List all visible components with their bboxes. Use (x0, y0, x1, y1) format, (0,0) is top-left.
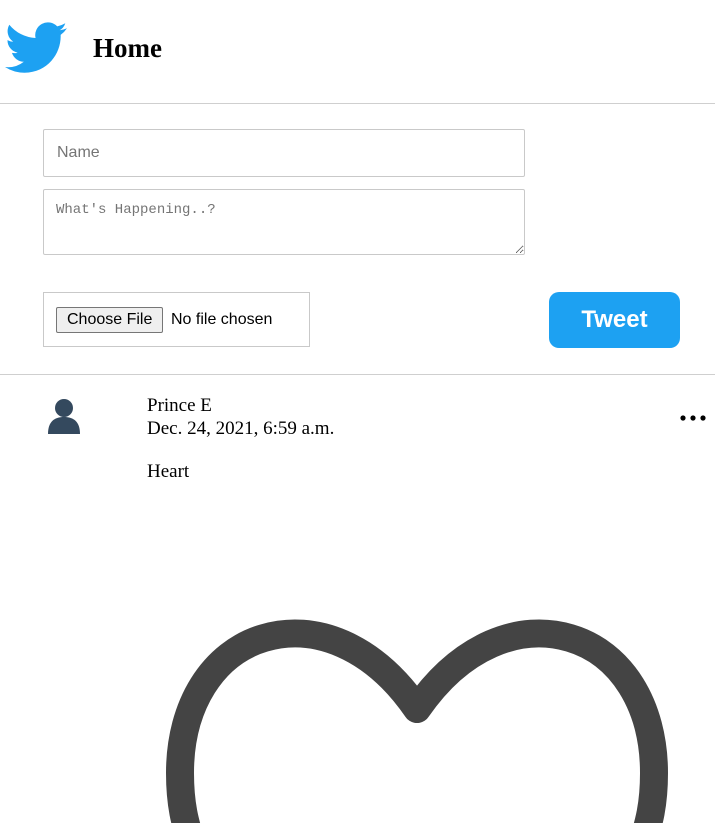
page-title: Home (93, 33, 162, 63)
tweet-author: Prince E (147, 395, 212, 416)
file-upload-field: Choose File No file chosen (43, 292, 310, 347)
more-options-icon[interactable] (678, 409, 708, 427)
user-avatar-icon (48, 399, 80, 434)
tweet-text: Heart (147, 461, 190, 482)
tweet-timestamp: Dec. 24, 2021, 6:59 a.m. (147, 418, 335, 439)
tweet-button[interactable]: Tweet (549, 292, 680, 348)
tweet-card: Prince E Dec. 24, 2021, 6:59 a.m. Heart (0, 375, 715, 823)
choose-file-button[interactable]: Choose File (56, 307, 164, 333)
header: Home (0, 0, 715, 104)
heart-outline-icon (166, 619, 668, 823)
name-input[interactable] (43, 129, 525, 177)
twitter-bird-icon[interactable] (5, 22, 67, 74)
file-status-label: No file chosen (171, 311, 273, 328)
tweet-composer: Choose File No file chosen Tweet (0, 104, 715, 375)
tweet-text-input[interactable] (43, 189, 525, 255)
